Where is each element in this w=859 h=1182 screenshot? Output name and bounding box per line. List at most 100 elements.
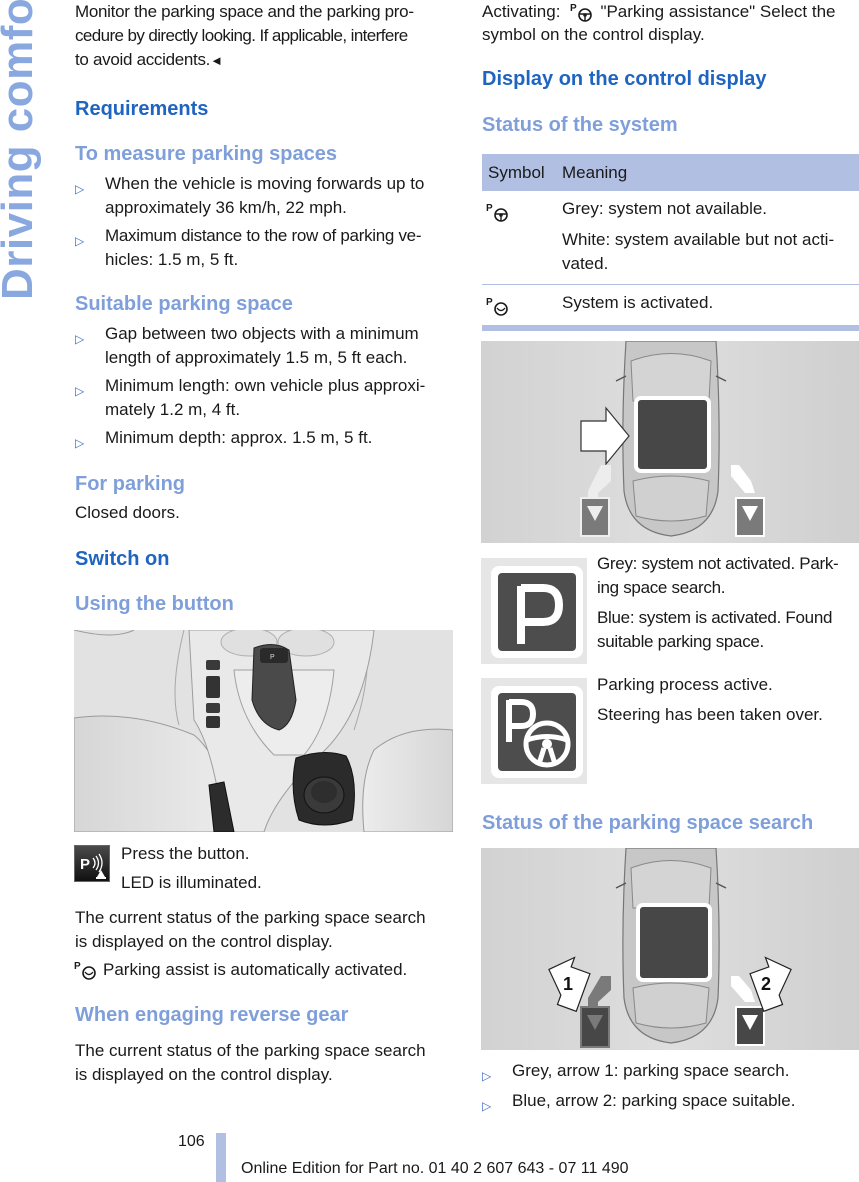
list-item-text: Gap between two objects with a minimum l… [105,322,455,370]
parking-assist-icon: P [570,3,593,22]
press-button-text: Press the button. [121,844,250,863]
intro-line: cedure by directly looking. If applicabl… [75,26,408,45]
status-paragraph-2: The current status of the parking space … [75,1039,460,1087]
status-system-heading: Status of the system [482,114,678,136]
intro-line-text: to avoid accidents. [75,50,211,69]
list-item-line: approximately 36 km/h, 22 mph. [105,198,347,217]
bullet-triangle-icon: ▷ [482,1069,492,1083]
search-heading: Status of the parking space search [482,812,814,834]
bullet-triangle-icon: ▷ [75,332,85,346]
list-item: ▷ Gap between two objects with a minimum… [75,322,455,370]
page-number: 106 [178,1133,205,1150]
bullet-triangle-icon: ▷ [75,436,85,450]
description-line: ing space search. [597,578,726,597]
display-heading: Display on the control display [482,68,767,90]
auto-activated-text: Parking assist is automatically activate… [103,960,408,979]
parking-display-illustration [481,341,859,543]
intro-paragraph: Monitor the parking space and the parkin… [75,0,460,73]
description-line: Blue: system is activated. Found [597,608,833,627]
list-item: ▷ Minimum depth: approx. 1.5 m, 5 ft. [75,426,455,455]
description-line: Grey: system not activated. Park- [597,554,839,573]
meaning-cell: Grey: system not available. White: syste… [562,191,859,284]
list-item-line: length of approximately 1.5 m, 5 ft each… [105,348,408,367]
list-item-line: hicles: 1.5 m, 5 ft. [105,250,239,269]
paragraph-line: The current status of the parking space … [75,908,426,927]
meaning-cell: System is activated. [562,285,859,325]
list-item-text: When the vehicle is moving forwards up t… [105,172,455,220]
bullet-triangle-icon: ▷ [75,234,85,248]
list-item: ▷ When the vehicle is moving forwards up… [75,172,455,220]
reverse-heading: When engaging reverse gear [75,1004,349,1026]
svg-text:P: P [74,961,81,972]
for-parking-heading: For parking [75,473,186,495]
parking-assist-active-icon: P [486,297,508,316]
meaning-line: Grey: system not available. [562,199,768,218]
parking-search-icon [481,558,587,664]
car-top-view-numbered-svg: 1 2 [481,848,859,1050]
center-console-svg: P [74,630,453,832]
car-top-view-svg [481,341,859,543]
bullet-triangle-icon: ▷ [75,384,85,398]
callout-label-1: 1 [563,974,573,994]
list-item-text: Blue, arrow 2: parking space suitable. [512,1091,796,1110]
activating-text: "Parking assistance" Select the [600,2,836,21]
parking-button-icon: P [74,845,110,882]
svg-text:P: P [80,856,90,873]
parking-p-icon [491,566,583,658]
list-item-line: mately 1.2 m, 4 ft. [105,400,241,419]
bullet-triangle-icon: ▷ [482,1099,492,1113]
list-item-text: Minimum depth: approx. 1.5 m, 5 ft. [105,426,455,455]
side-tab: Driving comfort [0,0,46,300]
list-item: ▷ Grey, arrow 1: parking space search. [482,1059,859,1088]
description-line: Steering has been taken over. [597,705,823,724]
parking-search-illustration: 1 2 [481,848,859,1050]
svg-text:P: P [486,203,493,214]
using-button-heading: Using the button [75,593,234,615]
callout-label-2: 2 [761,974,771,994]
p-icon-text: Grey: system not activated. Park- ing sp… [597,552,839,654]
side-tab-label: Driving comfort [0,0,42,300]
measure-heading: To measure parking spaces [75,143,337,165]
edition-text: Online Edition for Part no. 01 40 2 607 … [241,1160,629,1177]
suitable-heading: Suitable parking space [75,293,293,315]
list-item-line: Maximum distance to the row of parking v… [105,226,422,245]
list-item: ▷ Maximum distance to the row of parking… [75,224,455,272]
list-item-line: Minimum depth: approx. 1.5 m, 5 ft. [105,428,373,447]
activating-line: Activating: P "Parking assistance" Selec… [482,0,836,24]
symbol-cell: P [482,285,562,325]
led-text: LED is illuminated. [121,873,262,892]
description-line: suitable parking space. [597,632,764,651]
header-meaning: Meaning [562,162,628,182]
paragraph-line: is displayed on the control display. [75,1065,333,1084]
intro-line: to avoid accidents.◄ [75,48,460,73]
bullet-triangle-icon: ▷ [75,182,85,196]
meaning-line: System is activated. [562,293,714,312]
parking-assist-icon: P [486,203,508,222]
auto-activated-line: P Parking assist is automatically activa… [74,958,407,982]
list-item: ▷ Minimum length: own vehicle plus appro… [75,374,455,422]
svg-text:P: P [486,297,493,308]
parking-steering-glyph [491,686,583,778]
activating-line-2: symbol on the control display. [482,25,705,44]
requirements-heading: Requirements [75,98,209,120]
meaning-line: vated. [562,254,609,273]
svg-text:P: P [270,654,275,661]
status-paragraph-1: The current status of the parking space … [75,906,460,954]
header-symbol: Symbol [488,162,545,182]
parking-assist-active-icon: P [74,961,96,980]
meaning-line: White: system available but not acti- [562,230,835,249]
parking-button-glyph: P [80,853,106,879]
for-parking-text: Closed doors. [75,503,180,522]
list-item-text: Minimum length: own vehicle plus approxi… [105,374,455,422]
end-mark-icon: ◄ [210,53,223,68]
list-item: ▷ Blue, arrow 2: parking space suitable. [482,1089,859,1118]
list-item-line: When the vehicle is moving forwards up t… [105,174,425,193]
list-item-line: Minimum length: own vehicle plus approxi… [105,376,426,395]
table-footer-band [482,325,859,331]
symbol-table: Symbol Meaning P Grey: system not availa… [482,154,859,331]
table-row: P System is activated. [482,285,859,325]
parking-steering-icon [481,678,587,784]
description-line: Parking process active. [597,675,773,694]
list-item-line: Gap between two objects with a minimum [105,324,419,343]
svg-text:P: P [570,3,577,14]
